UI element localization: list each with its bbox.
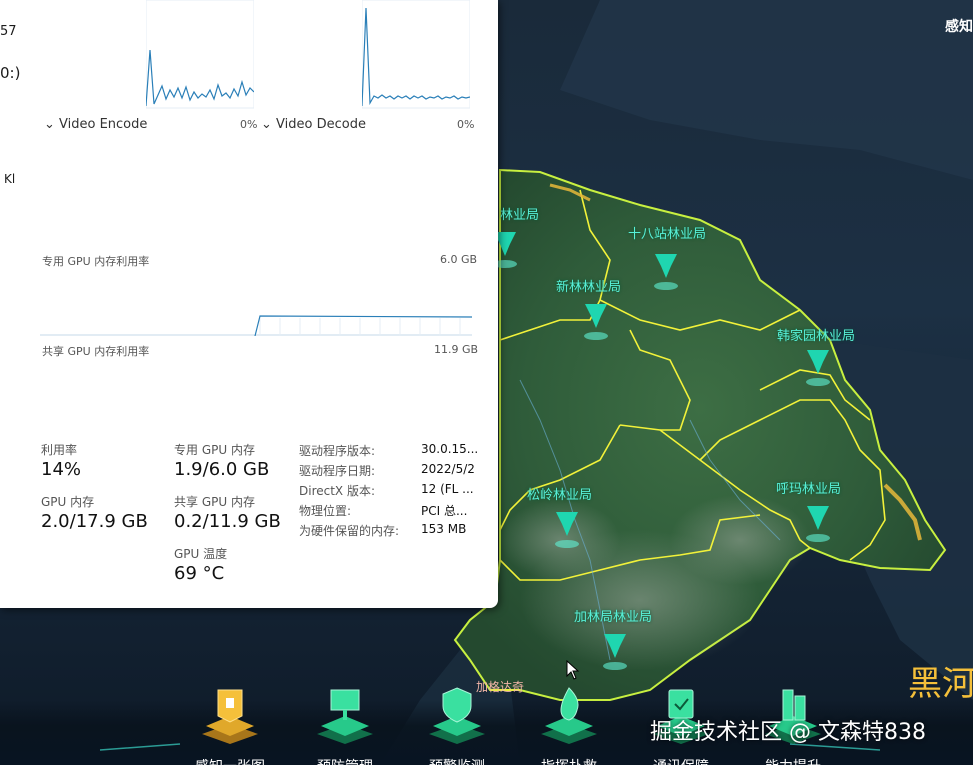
nav-label: 指挥扑救	[524, 756, 614, 765]
bureau-label[interactable]: 加林局林业局	[574, 606, 652, 625]
property-key: 为硬件保留的内存:	[299, 524, 400, 538]
truncated-text: Kl	[4, 172, 16, 186]
truncated-text: 0:)	[0, 64, 21, 82]
bureau-label[interactable]: 松岭林业局	[527, 484, 592, 503]
page-title: 感知	[945, 19, 973, 35]
fire-icon	[541, 687, 597, 744]
bureau-label[interactable]: 林业局	[500, 204, 539, 223]
shared-gpu-memory-label: 共享 GPU 内存	[174, 495, 255, 509]
nav-item-perception-map[interactable]: 感知一张图	[185, 686, 275, 765]
nav-item-warning[interactable]: 预警监测	[412, 686, 502, 765]
task-manager-window[interactable]: 57 0:) Kl ⌄ Video Encode 0% ⌄ Video Deco…	[0, 0, 498, 608]
map-layer-icon	[202, 689, 258, 744]
property-value: 2022/5/2	[421, 462, 475, 476]
dedicated-gpu-memory-value: 1.9/6.0 GB	[174, 459, 270, 480]
nav-label: 预防管理	[300, 756, 390, 765]
watermark: 掘金技术社区 @ 文森特838	[650, 720, 926, 745]
shared-memory-label: 共享 GPU 内存利用率	[42, 345, 150, 358]
monitor-icon	[317, 689, 373, 744]
nav-label: 感知一张图	[185, 756, 275, 765]
video-decode-graph	[362, 0, 470, 109]
location-pin-icon[interactable]	[600, 630, 630, 672]
property-value: 30.0.15...	[421, 442, 479, 456]
engine-label: Video Encode	[59, 117, 148, 132]
region-title: 黑河	[908, 664, 973, 704]
dedicated-gpu-memory-label: 专用 GPU 内存	[174, 443, 255, 457]
property-value: PCI 总...	[421, 504, 468, 518]
gpu-temperature-label: GPU 温度	[174, 547, 228, 561]
location-pin-icon[interactable]	[552, 508, 582, 550]
utilization-label: 利用率	[41, 443, 78, 457]
gpu-memory-value: 2.0/17.9 GB	[41, 511, 148, 532]
engine-selector[interactable]: ⌄ Video Encode	[44, 117, 147, 132]
shared-memory-max: 11.9 GB	[434, 343, 479, 356]
engine-selector[interactable]: ⌄ Video Decode	[261, 117, 366, 132]
bureau-label[interactable]: 呼玛林业局	[776, 478, 841, 497]
mouse-cursor-icon	[566, 660, 580, 680]
nav-label: 能力提升	[748, 756, 838, 765]
gpu-temperature-value: 69 °C	[174, 563, 225, 584]
screen: 林业局 十八站林业局 新林林业局 韩家园林业局 松岭林业局 呼玛林业局 加林局林…	[0, 0, 973, 765]
dedicated-memory-label: 专用 GPU 内存利用率	[42, 255, 150, 268]
location-pin-icon[interactable]	[803, 346, 833, 388]
dedicated-memory-graph	[40, 315, 472, 336]
property-value: 153 MB	[421, 522, 467, 536]
bureau-label[interactable]: 十八站林业局	[628, 223, 706, 242]
utilization-value: 14%	[41, 459, 82, 480]
nav-label: 预警监测	[412, 756, 502, 765]
truncated-text: 57	[0, 24, 17, 39]
bureau-label[interactable]: 韩家园林业局	[777, 325, 855, 344]
engine-percent: 0%	[240, 118, 258, 131]
property-key: 物理位置:	[299, 504, 352, 518]
shield-icon	[429, 687, 485, 744]
nav-item-prevention[interactable]: 预防管理	[300, 686, 390, 765]
property-value: 12 (FL ...	[421, 482, 474, 496]
gpu-memory-label: GPU 内存	[41, 495, 95, 509]
location-pin-icon[interactable]	[581, 300, 611, 342]
location-pin-icon[interactable]	[803, 502, 833, 544]
shared-gpu-memory-value: 0.2/11.9 GB	[174, 511, 281, 532]
video-encode-graph	[146, 0, 254, 109]
property-key: DirectX 版本:	[299, 484, 376, 498]
nav-label: 通讯保障	[636, 756, 726, 765]
location-pin-icon[interactable]	[651, 250, 681, 292]
engine-percent: 0%	[457, 118, 475, 131]
engine-label: Video Decode	[276, 117, 366, 132]
property-key: 驱动程序日期:	[299, 464, 376, 478]
bureau-label[interactable]: 新林林业局	[556, 276, 621, 295]
nav-item-command[interactable]: 指挥扑救	[524, 686, 614, 765]
dedicated-memory-max: 6.0 GB	[440, 253, 478, 266]
property-key: 驱动程序版本:	[299, 444, 376, 458]
